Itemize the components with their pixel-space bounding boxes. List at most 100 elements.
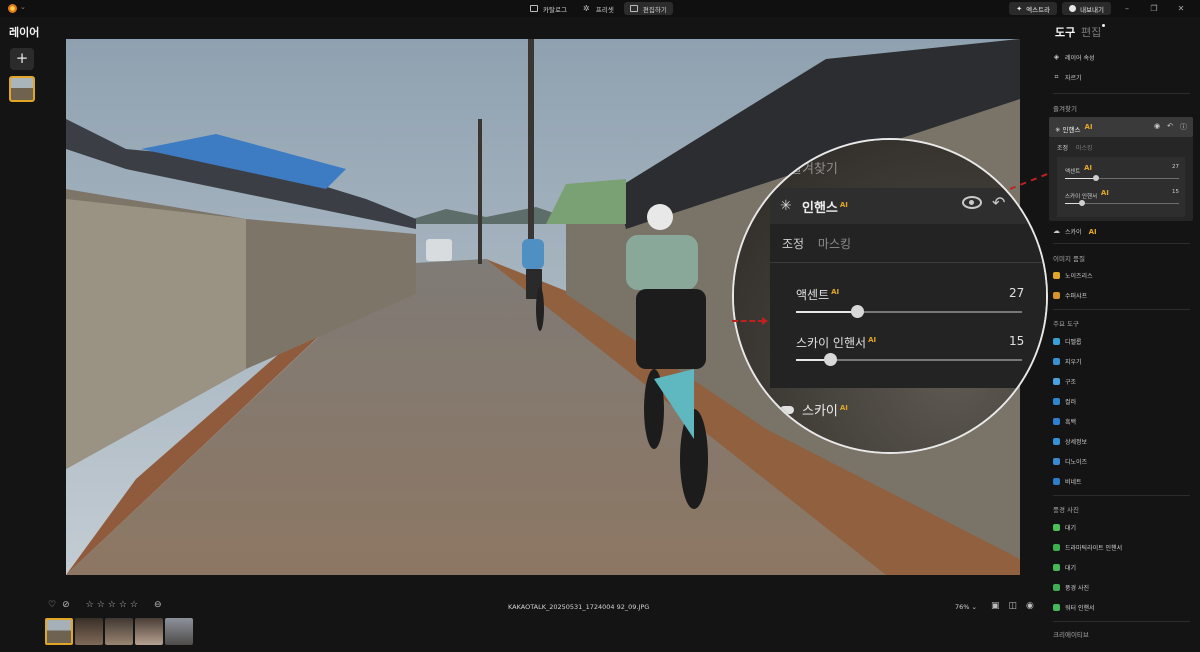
layer-properties-item[interactable]: ◈ 레이어 속성: [1053, 53, 1095, 63]
denoise-item[interactable]: 디노이즈: [1053, 457, 1087, 466]
tab-tools[interactable]: 도구: [1055, 24, 1075, 40]
sparkle-icon: ✦: [1016, 4, 1023, 13]
extras-button[interactable]: ✦ 엑스트라: [1009, 2, 1058, 15]
water-item[interactable]: 워터 인핸서: [1053, 603, 1095, 612]
catalog-icon: [530, 5, 538, 12]
structure-label: 구조: [1065, 379, 1077, 386]
bw-item[interactable]: 흑백: [1053, 417, 1076, 426]
magnifier-slider-label: 액센트 AI: [796, 286, 839, 303]
magnifier-slider-1-label: 액센트: [796, 288, 830, 302]
sky-enhancer-slider[interactable]: [1065, 200, 1179, 206]
tab-catalog-label: 카탈로그: [543, 5, 567, 14]
restore-icon[interactable]: ❐: [1143, 4, 1165, 13]
dramatic-light-label: 드라마틱라이트 인핸서: [1065, 545, 1123, 552]
film-thumbnail[interactable]: [45, 618, 73, 645]
golden-hour-item[interactable]: 대기: [1053, 563, 1076, 572]
star-icon[interactable]: ☆: [86, 600, 94, 610]
crop-icon: ⌗: [1054, 73, 1059, 81]
accent-slider[interactable]: [1065, 175, 1179, 181]
develop-icon: [1053, 338, 1060, 345]
tab-adjust[interactable]: 조정: [1057, 145, 1068, 152]
undo-icon[interactable]: ↶: [1167, 122, 1173, 132]
ai-badge: AI: [831, 288, 840, 296]
minus-circle-icon[interactable]: ⊖: [154, 600, 162, 610]
tab-presets-label: 프리셋: [595, 5, 614, 14]
info-panel-icon[interactable]: ▣: [991, 601, 1000, 611]
view-toolbar: ▣ ◫ ◉: [991, 601, 1034, 611]
tab-mask[interactable]: 마스킹: [1076, 145, 1093, 152]
filmstrip: [45, 618, 193, 645]
golden-hour-label: 대기: [1065, 565, 1077, 572]
sky-tool-label: 스카이: [1065, 229, 1082, 236]
develop-label: 디벨롭: [1065, 339, 1082, 346]
star-icon[interactable]: ☆: [119, 600, 127, 610]
dramatic-light-item[interactable]: 드라마틱라이트 인핸서: [1053, 543, 1122, 552]
magnifier-slider-1-knob: [851, 305, 865, 318]
annotation-arrow: [732, 317, 768, 325]
crop-item[interactable]: ⌗ 자르기: [1053, 73, 1082, 83]
magnifier-slider-1-track: [796, 305, 1022, 318]
crop-label: 자르기: [1065, 75, 1082, 82]
accent-slider-label: 액센트 AI: [1065, 164, 1092, 175]
noiseless-item[interactable]: 노이즈리스: [1053, 271, 1093, 280]
magnifier-enhance-row: ✳ 인핸스 AI ↶: [770, 188, 1046, 224]
ai-badge: AI: [1083, 164, 1092, 172]
landscape-icon: [1053, 584, 1060, 591]
water-icon: [1053, 604, 1060, 611]
sky-enhancer-slider-value: 15: [1172, 189, 1179, 195]
erase-item[interactable]: 지우기: [1053, 357, 1082, 366]
film-thumbnail[interactable]: [165, 618, 193, 645]
vignette-item[interactable]: 비네트: [1053, 477, 1082, 486]
star-icon[interactable]: ☆: [130, 600, 138, 610]
color-item[interactable]: 컬러: [1053, 397, 1076, 406]
reject-icon[interactable]: ⊘: [62, 600, 70, 610]
sky-tool-item[interactable]: ☁ 스카이 AI: [1053, 227, 1097, 237]
magnifier-tab-mask: 마스킹: [817, 237, 852, 251]
supersharp-item[interactable]: 수퍼샤프: [1053, 291, 1087, 300]
accent-slider-knob[interactable]: [1092, 175, 1099, 181]
zoom-level[interactable]: 76% ⌄: [955, 603, 977, 611]
ai-badge: AI: [868, 336, 877, 344]
app-logo-icon[interactable]: [8, 4, 17, 13]
details-item[interactable]: 상세정보: [1053, 437, 1087, 446]
enhance-tool-header[interactable]: ✳ 인핸스 AI ◉ ↶ ⓘ: [1049, 117, 1193, 137]
accent-slider-fill: [1065, 178, 1096, 179]
eye-icon[interactable]: ◉: [1026, 601, 1034, 611]
tab-edits[interactable]: 편집: [1081, 24, 1106, 40]
sky-enhancer-slider-knob[interactable]: [1079, 200, 1086, 206]
landscape-item[interactable]: 풍경 사진: [1053, 583, 1089, 592]
atmosphere-label: 대기: [1065, 525, 1077, 532]
tab-presets[interactable]: ✲ 프리셋: [577, 2, 620, 15]
chevron-down-icon[interactable]: ⌄: [20, 3, 26, 11]
structure-item[interactable]: 구조: [1053, 377, 1076, 386]
atmosphere-item[interactable]: 대기: [1053, 523, 1076, 532]
divider: [1053, 495, 1190, 496]
magnifier-slider-2-track: [796, 353, 1022, 366]
ai-badge: AI: [839, 200, 848, 209]
star-icon[interactable]: ☆: [97, 600, 105, 610]
enhance-sliders: 액센트 AI 27 스카이 인핸서 AI 15: [1057, 157, 1185, 217]
extras-button-label: 엑스트라: [1026, 5, 1051, 14]
heart-icon[interactable]: ♡: [48, 600, 56, 610]
info-icon[interactable]: ⓘ: [1180, 122, 1187, 132]
film-thumbnail[interactable]: [135, 618, 163, 645]
atmosphere-icon: [1053, 524, 1060, 531]
develop-item[interactable]: 디벨롭: [1053, 337, 1082, 346]
compare-icon[interactable]: ◫: [1009, 601, 1018, 611]
eye-icon[interactable]: ◉: [1154, 122, 1160, 132]
star-icon[interactable]: ☆: [108, 600, 116, 610]
minimize-icon[interactable]: –: [1116, 4, 1138, 13]
color-label: 컬러: [1065, 399, 1077, 406]
tab-edit[interactable]: 편집하기: [623, 2, 673, 15]
water-label: 워터 인핸서: [1065, 605, 1095, 612]
export-button[interactable]: 내보내기: [1062, 2, 1111, 15]
film-thumbnail[interactable]: [105, 618, 133, 645]
tab-catalog[interactable]: 카탈로그: [524, 2, 573, 15]
layer-thumbnail[interactable]: [9, 76, 35, 102]
enhance-tabs: 조정 마스킹: [1057, 143, 1093, 152]
magnifier-slider-2-value: 15: [1009, 334, 1025, 348]
add-layer-button[interactable]: +: [10, 48, 34, 70]
close-icon[interactable]: ✕: [1170, 4, 1192, 13]
film-thumbnail[interactable]: [75, 618, 103, 645]
file-name: KAKAOTALK_20250531_1724004 92_09.JPG: [508, 603, 650, 611]
